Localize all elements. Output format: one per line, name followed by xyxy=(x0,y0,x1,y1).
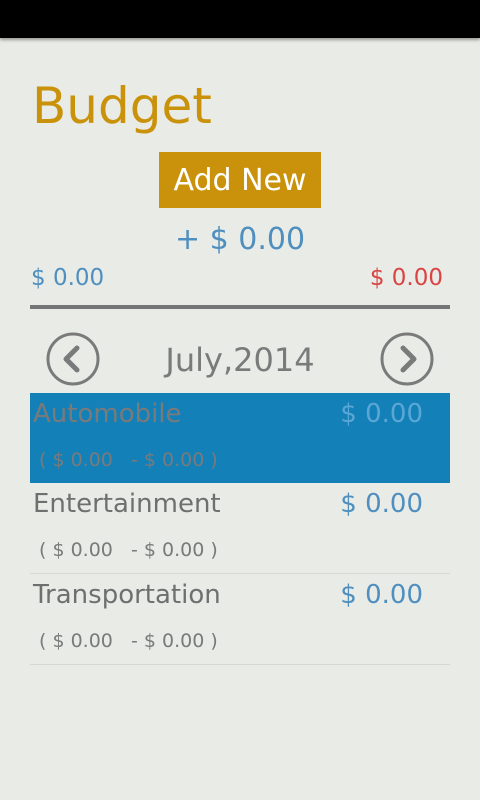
category-amount: $ 0.00 xyxy=(340,580,423,610)
category-detail: ( $ 0.00 - $ 0.00 ) xyxy=(39,539,218,561)
category-name: Transportation xyxy=(33,580,221,610)
expense-total: $ 0.00 xyxy=(369,265,443,291)
category-item-transportation[interactable]: Transportation $ 0.00 ( $ 0.00 - $ 0.00 … xyxy=(30,574,450,665)
status-bar xyxy=(0,0,480,38)
category-name: Entertainment xyxy=(33,489,221,519)
category-amount: $ 0.00 xyxy=(340,489,423,519)
add-new-button[interactable]: Add New xyxy=(159,152,321,208)
next-month-button[interactable] xyxy=(380,332,434,386)
category-amount: $ 0.00 xyxy=(340,399,423,429)
category-item-automobile[interactable]: Automobile $ 0.00 ( $ 0.00 - $ 0.00 ) xyxy=(30,393,450,483)
category-item-entertainment[interactable]: Entertainment $ 0.00 ( $ 0.00 - $ 0.00 ) xyxy=(30,483,450,574)
total-balance: + $ 0.00 xyxy=(174,222,306,257)
category-detail: ( $ 0.00 - $ 0.00 ) xyxy=(39,630,218,652)
category-list: Automobile $ 0.00 ( $ 0.00 - $ 0.00 ) En… xyxy=(30,393,450,665)
chevron-right-icon xyxy=(380,332,434,386)
page-title: Budget xyxy=(32,77,212,135)
divider xyxy=(30,305,450,309)
income-total: $ 0.00 xyxy=(31,265,105,291)
category-name: Automobile xyxy=(33,399,182,429)
category-detail: ( $ 0.00 - $ 0.00 ) xyxy=(39,449,218,471)
